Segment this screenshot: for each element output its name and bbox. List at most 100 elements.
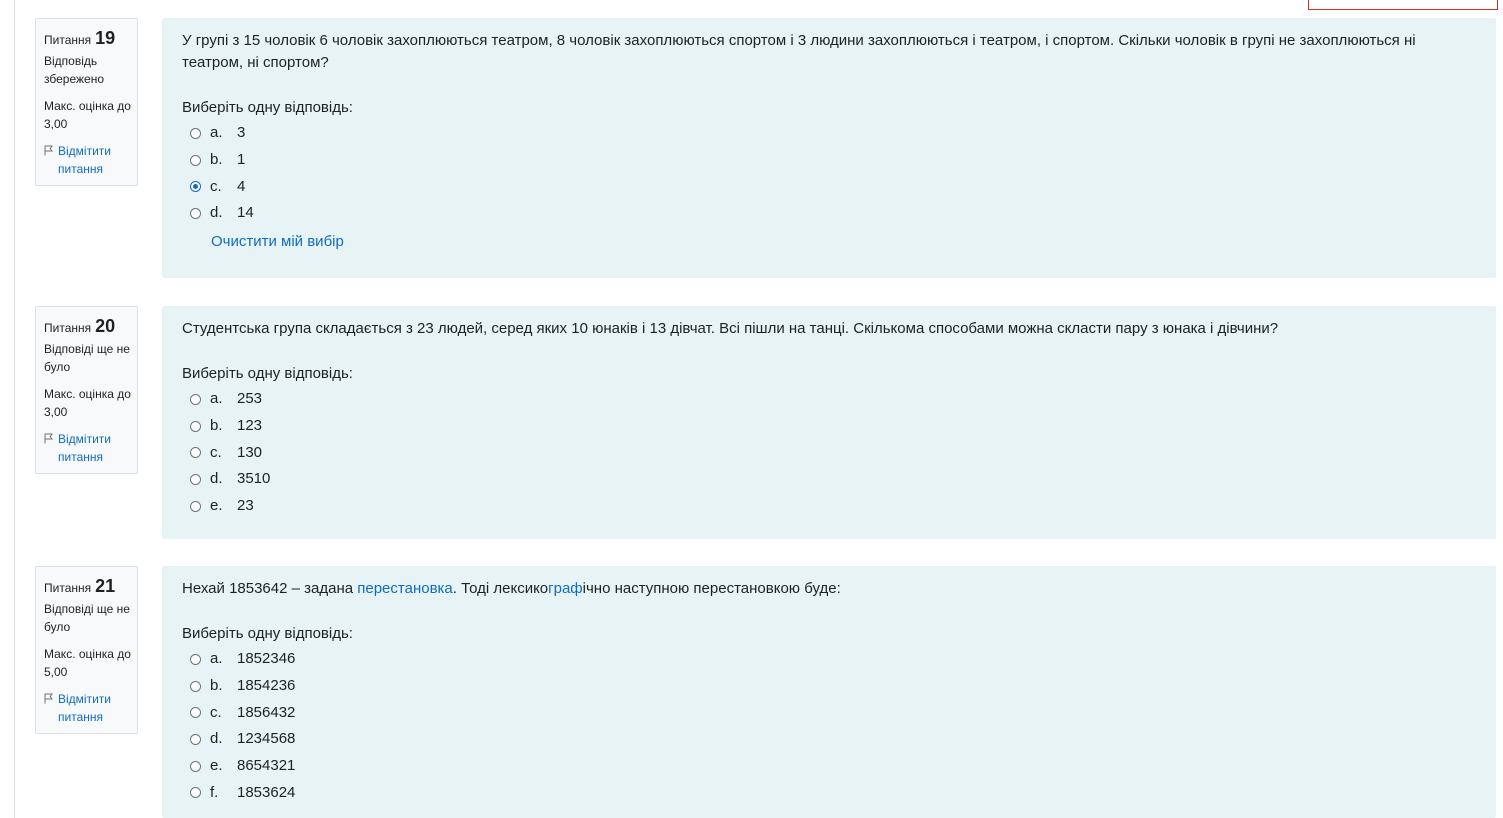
option-value: 1854236 bbox=[237, 677, 296, 695]
option-letter: d. bbox=[210, 730, 223, 748]
option-letter: a. bbox=[210, 390, 223, 408]
answer-prompt: Виберіть одну відповідь: bbox=[182, 365, 353, 382]
question-text-part: ічно наступною перестановкою буде: bbox=[582, 580, 841, 597]
radio-button[interactable] bbox=[190, 447, 201, 459]
option-value: 3 bbox=[237, 124, 246, 142]
answer-option[interactable]: d. 3510 bbox=[182, 466, 1476, 493]
flag-icon bbox=[44, 145, 53, 156]
radio-button[interactable] bbox=[190, 127, 201, 139]
question-content: У групі з 15 чоловік 6 чоловік захоплюют… bbox=[162, 18, 1496, 278]
question-state: Відповіді ще не було bbox=[44, 602, 130, 634]
option-value: 3510 bbox=[237, 470, 271, 488]
answer-option[interactable]: a. 3 bbox=[182, 120, 1476, 147]
flag-question-link[interactable]: Відмітити питання bbox=[44, 142, 137, 178]
question-number: Питання 21 bbox=[44, 575, 137, 597]
question-number-value: 21 bbox=[95, 576, 116, 596]
option-letter: d. bbox=[210, 204, 223, 222]
answer-option[interactable]: a. 1852346 bbox=[182, 646, 1476, 673]
answer-option[interactable]: d. 1234568 bbox=[182, 726, 1476, 753]
option-letter: c. bbox=[210, 443, 222, 461]
option-letter: e. bbox=[210, 497, 223, 515]
question-info: Питання 19 Відповідь збережено Макс. оці… bbox=[35, 18, 138, 186]
option-value: 1234568 bbox=[237, 730, 296, 748]
option-value: 4 bbox=[237, 177, 246, 195]
radio-button[interactable] bbox=[190, 420, 201, 432]
radio-button[interactable] bbox=[190, 393, 201, 405]
glossary-link-permutation[interactable]: перестановка bbox=[357, 580, 453, 597]
option-letter: c. bbox=[210, 177, 222, 195]
radio-button[interactable] bbox=[190, 653, 201, 665]
question-state: Відповіді ще не було bbox=[44, 342, 130, 374]
question-number-value: 19 bbox=[95, 28, 116, 48]
question-grade: Макс. оцінка до 5,00 bbox=[44, 647, 131, 679]
option-letter: e. bbox=[210, 757, 223, 775]
answer-option[interactable]: b. 1854236 bbox=[182, 673, 1476, 700]
flag-question-link[interactable]: Відмітити питання bbox=[44, 690, 137, 726]
radio-button[interactable] bbox=[190, 207, 201, 219]
question-text: У групі з 15 чоловік 6 чоловік захоплюют… bbox=[182, 32, 1416, 71]
question-info: Питання 20 Відповіді ще не було Макс. оц… bbox=[35, 306, 138, 474]
question-content: Студентська група складається з 23 людей… bbox=[162, 306, 1496, 539]
option-letter: d. bbox=[210, 470, 223, 488]
answer-option[interactable]: f. 1853624 bbox=[182, 779, 1476, 806]
option-letter: b. bbox=[210, 417, 223, 435]
answer-option[interactable]: c. 1856432 bbox=[182, 699, 1476, 726]
option-value: 1 bbox=[237, 151, 246, 169]
option-value: 130 bbox=[237, 443, 263, 461]
answer-option[interactable]: e. 8654321 bbox=[182, 753, 1476, 780]
option-value: 8654321 bbox=[237, 757, 296, 775]
answer-option[interactable]: b. 1 bbox=[182, 147, 1476, 174]
question-text: Нехай 1853642 – задана перестановка. Тод… bbox=[182, 578, 1476, 600]
answer-options: a. 253 b. 123 c. 130 d. 3510 e. 23 bbox=[182, 386, 1476, 519]
radio-button[interactable] bbox=[190, 707, 201, 719]
radio-button[interactable] bbox=[190, 473, 201, 485]
flag-question-label: Відмітити питання bbox=[58, 692, 111, 724]
radio-button[interactable] bbox=[190, 760, 201, 772]
question-number: Питання 20 bbox=[44, 315, 137, 337]
question-number-value: 20 bbox=[95, 316, 116, 336]
answer-option[interactable]: c. 130 bbox=[182, 439, 1476, 466]
answer-option[interactable]: e. 23 bbox=[182, 493, 1476, 520]
radio-button[interactable] bbox=[190, 787, 201, 799]
option-letter: f. bbox=[210, 783, 219, 801]
question-grade: Макс. оцінка до 3,00 bbox=[44, 99, 131, 131]
radio-button[interactable] bbox=[190, 733, 201, 745]
option-value: 253 bbox=[237, 390, 263, 408]
radio-button-selected[interactable] bbox=[190, 181, 201, 193]
radio-button[interactable] bbox=[190, 500, 201, 512]
question-text-part: . Тоді лексико bbox=[452, 580, 549, 597]
flag-question-link[interactable]: Відмітити питання bbox=[44, 430, 137, 466]
question-number: Питання 19 bbox=[44, 27, 137, 49]
option-letter: b. bbox=[210, 151, 223, 169]
radio-button[interactable] bbox=[190, 680, 201, 692]
flag-question-label: Відмітити питання bbox=[58, 144, 111, 176]
answer-options: a. 1852346 b. 1854236 c. 1856432 d. 1234568 … bbox=[182, 646, 1476, 806]
glossary-link-graph[interactable]: граф bbox=[548, 580, 583, 597]
answer-option[interactable]: d. 14 bbox=[182, 200, 1476, 227]
answer-options: a. 3 b. 1 c. 4 d. 14 bbox=[182, 120, 1476, 227]
answer-option[interactable]: c. 4 bbox=[182, 173, 1476, 200]
question-content: Нехай 1853642 – задана перестановка. Тод… bbox=[162, 566, 1496, 818]
option-letter: a. bbox=[210, 650, 223, 668]
answer-prompt: Виберіть одну відповідь: bbox=[182, 99, 353, 116]
question-text: Студентська група складається з 23 людей… bbox=[182, 320, 1279, 337]
question-text-part: Нехай 1853642 – задана bbox=[182, 580, 358, 597]
option-letter: a. bbox=[210, 124, 223, 142]
flag-icon bbox=[44, 433, 53, 444]
option-value: 23 bbox=[237, 497, 254, 515]
answer-option[interactable]: b. 123 bbox=[182, 413, 1476, 440]
radio-button[interactable] bbox=[190, 154, 201, 166]
question-label: Питання bbox=[44, 33, 92, 47]
option-value: 123 bbox=[237, 417, 263, 435]
question-label: Питання bbox=[44, 321, 92, 335]
finish-attempt-button[interactable] bbox=[1308, 0, 1498, 10]
flag-icon bbox=[44, 693, 53, 704]
question-state: Відповідь збережено bbox=[44, 54, 104, 86]
question-info: Питання 21 Відповіді ще не було Макс. оц… bbox=[35, 566, 138, 734]
clear-choice-link[interactable]: Очистити мій вибір bbox=[211, 231, 344, 253]
option-value: 14 bbox=[237, 204, 254, 222]
flag-question-label: Відмітити питання bbox=[58, 432, 111, 464]
answer-option[interactable]: a. 253 bbox=[182, 386, 1476, 413]
option-value: 1852346 bbox=[237, 650, 296, 668]
question-label: Питання bbox=[44, 581, 92, 595]
